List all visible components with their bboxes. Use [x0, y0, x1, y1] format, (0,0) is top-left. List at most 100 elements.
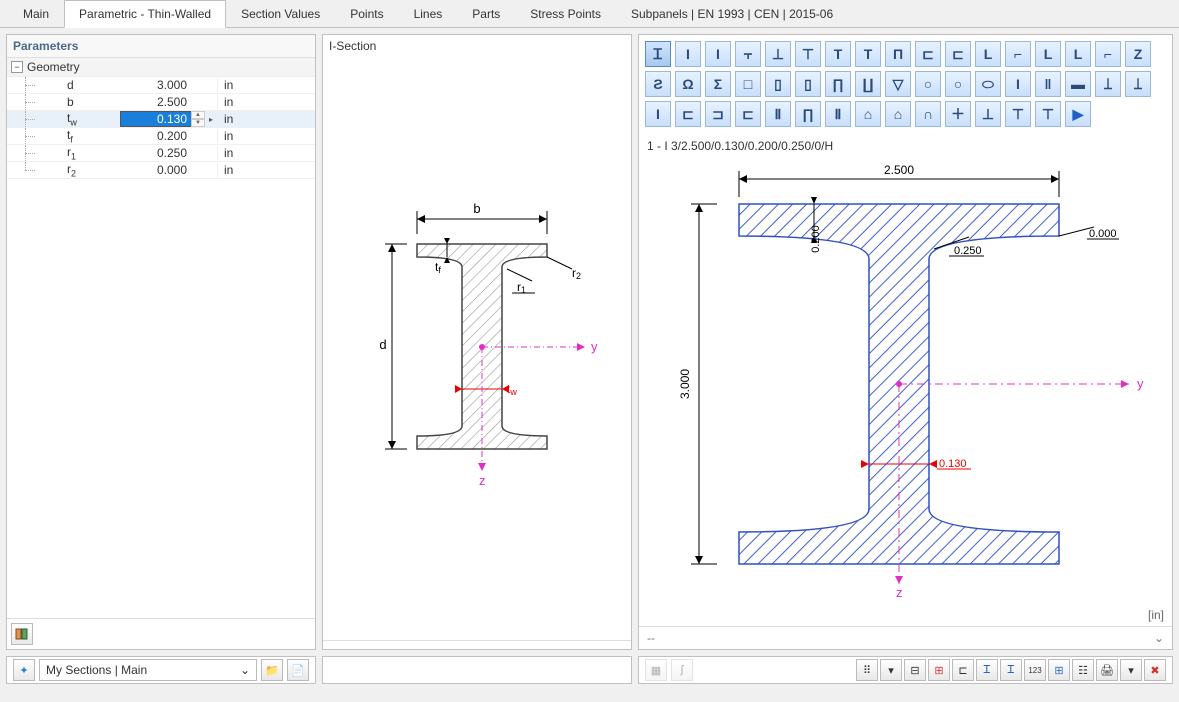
label-b: b	[473, 201, 480, 216]
shape-o1[interactable]: ○	[915, 71, 941, 97]
info-expand-icon[interactable]: ⌄	[1154, 631, 1164, 645]
shape-u2[interactable]: ▽	[885, 71, 911, 97]
schematic-diagram: b d tf r1	[323, 57, 631, 640]
shape-l4[interactable]: L	[1065, 41, 1091, 67]
new-folder-button[interactable]: 📁	[261, 659, 283, 681]
param-menu[interactable]: ▸	[205, 115, 217, 124]
shape-t1[interactable]: ⊤	[795, 41, 821, 67]
shape-2i[interactable]: Ⅱ	[765, 101, 791, 127]
param-value[interactable]: 0.000	[121, 163, 191, 177]
shape-t3[interactable]: T	[855, 41, 881, 67]
shape-pi[interactable]: Π	[885, 41, 911, 67]
view-numbers-button[interactable]: 123	[1024, 659, 1046, 681]
shape-c1[interactable]: ⊏	[915, 41, 941, 67]
param-value[interactable]: 0.200	[121, 129, 191, 143]
shape-t2[interactable]: T	[825, 41, 851, 67]
shape-z2[interactable]: Ƨ	[645, 71, 671, 97]
shape-ast1[interactable]: ⊥	[975, 101, 1001, 127]
shape-l5[interactable]: ⌐	[1095, 41, 1121, 67]
shape-pi2[interactable]: ∏	[825, 71, 851, 97]
shape-c2[interactable]: ⊏	[945, 41, 971, 67]
spinner[interactable]: ▲▼	[191, 111, 205, 127]
shape-i3[interactable]: I	[705, 41, 731, 67]
view-axes-button[interactable]: ⊞	[928, 659, 950, 681]
parameters-title: Parameters	[7, 35, 315, 58]
shape-uc1[interactable]: ⊏	[675, 101, 701, 127]
shape-omega[interactable]: Ω	[675, 71, 701, 97]
favorite-button[interactable]: ✦	[13, 659, 35, 681]
view-points-button[interactable]: ⠿	[856, 659, 878, 681]
param-value[interactable]: 0.250	[121, 146, 191, 160]
shape-arch[interactable]: ∩	[915, 101, 941, 127]
shape-l2[interactable]: ⌐	[1005, 41, 1031, 67]
shape-flat[interactable]: ▬	[1065, 71, 1091, 97]
shape-ast3[interactable]: ⊤	[1035, 101, 1061, 127]
param-row-tf[interactable]: tf0.200in	[7, 128, 315, 145]
view-beam2-button[interactable]: Ꮖ	[1000, 659, 1022, 681]
param-value[interactable]: 2.500	[121, 95, 191, 109]
shape-2p[interactable]: ∏	[795, 101, 821, 127]
param-value[interactable]: 0.130	[121, 112, 191, 126]
shape-a2[interactable]: ⌂	[885, 101, 911, 127]
shape-plus[interactable]: ＋	[945, 101, 971, 127]
view-principal-button[interactable]: ⊏	[952, 659, 974, 681]
shape-j1[interactable]: ⟘	[1095, 71, 1121, 97]
shape-2h[interactable]: Ⅱ	[825, 101, 851, 127]
show-values-button[interactable]: ▦	[645, 659, 667, 681]
shape-uc2[interactable]: ⊐	[705, 101, 731, 127]
shape-iu[interactable]: ⫟	[735, 41, 761, 67]
shape-u1[interactable]: ∐	[855, 71, 881, 97]
preview-axis-z: z	[896, 585, 903, 599]
view-beam1-button[interactable]: Ꮖ	[976, 659, 998, 681]
new-item-button[interactable]: 📄	[287, 659, 309, 681]
group-geometry[interactable]: − Geometry	[7, 58, 315, 77]
tab-points[interactable]: Points	[335, 0, 398, 27]
param-row-d[interactable]: d3.000in	[7, 77, 315, 94]
shape-it[interactable]: ⊥	[765, 41, 791, 67]
param-row-r1[interactable]: r10.250in	[7, 145, 315, 162]
tab-main[interactable]: Main	[8, 0, 64, 27]
view-list-button[interactable]: ☷	[1072, 659, 1094, 681]
section-name: 1 - I 3/2.500/0.130/0.200/0.250/0/H	[639, 133, 1172, 159]
param-row-b[interactable]: b2.500in	[7, 94, 315, 111]
shape-z1[interactable]: Z	[1125, 41, 1151, 67]
tab-stress-points[interactable]: Stress Points	[515, 0, 616, 27]
shape-o3[interactable]: ⬭	[975, 71, 1001, 97]
library-button[interactable]	[11, 623, 33, 645]
shape-sigma[interactable]: Σ	[705, 71, 731, 97]
shape-a1[interactable]: ⌂	[855, 101, 881, 127]
param-value[interactable]: 3.000	[121, 78, 191, 92]
shape-bar[interactable]: I	[1005, 71, 1031, 97]
shape-more[interactable]: ▶	[1065, 101, 1091, 127]
shape-uc3[interactable]: ⊏	[735, 101, 761, 127]
tab-parametric[interactable]: Parametric - Thin-Walled	[64, 0, 226, 28]
shape-ii[interactable]: ‖	[1035, 71, 1061, 97]
tab-parts[interactable]: Parts	[457, 0, 515, 27]
shape-i[interactable]: Ꮖ	[645, 41, 671, 67]
param-name: r2	[41, 162, 121, 178]
shape-ast2[interactable]: ⊤	[1005, 101, 1031, 127]
view-dropdown[interactable]: ▾	[880, 659, 902, 681]
shape-box1[interactable]: □	[735, 71, 761, 97]
shape-j3[interactable]: I	[645, 101, 671, 127]
shape-i2[interactable]: I	[675, 41, 701, 67]
param-row-tw[interactable]: tw0.130▲▼▸in	[7, 111, 315, 128]
print-dropdown[interactable]: ▾	[1120, 659, 1142, 681]
shape-j2[interactable]: ⟘	[1125, 71, 1151, 97]
tab-subpanels[interactable]: Subpanels | EN 1993 | CEN | 2015-06	[616, 0, 848, 27]
view-dims-button[interactable]: ⊟	[904, 659, 926, 681]
tab-lines[interactable]: Lines	[399, 0, 458, 27]
param-row-r2[interactable]: r20.000in	[7, 162, 315, 179]
shape-o2[interactable]: ○	[945, 71, 971, 97]
stress-button[interactable]: ∫	[671, 659, 693, 681]
tab-section-values[interactable]: Section Values	[226, 0, 335, 27]
collapse-icon[interactable]: −	[11, 61, 23, 73]
shape-l3[interactable]: L	[1035, 41, 1061, 67]
close-button[interactable]: ✖	[1144, 659, 1166, 681]
shape-box2[interactable]: ▯	[765, 71, 791, 97]
shape-l1[interactable]: L	[975, 41, 1001, 67]
sections-combo[interactable]: My Sections | Main ⌄	[39, 659, 257, 681]
shape-box3[interactable]: ▯	[795, 71, 821, 97]
view-grid-button[interactable]: ⊞	[1048, 659, 1070, 681]
print-button[interactable]: 🖨	[1096, 659, 1118, 681]
